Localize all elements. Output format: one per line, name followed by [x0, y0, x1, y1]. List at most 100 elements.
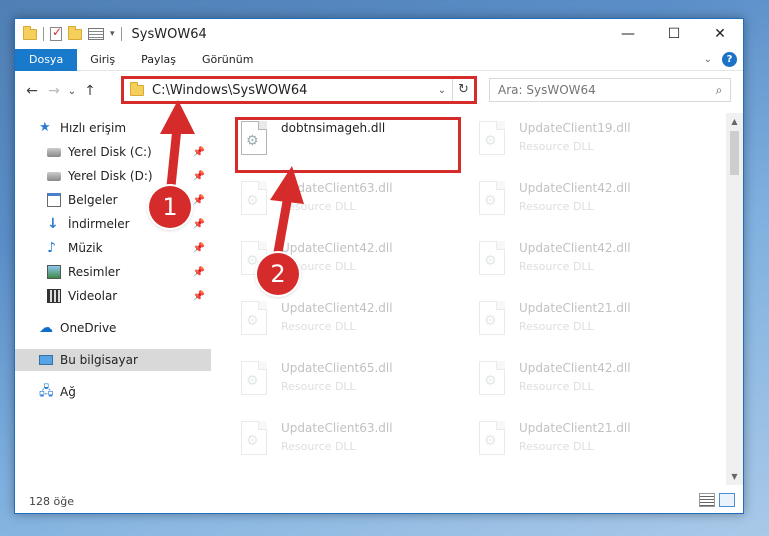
nav-item-onedrive[interactable]: ☁ OneDrive — [15, 317, 211, 339]
onedrive-icon: ☁ — [39, 320, 53, 336]
nav-item-local-disk-c[interactable]: Yerel Disk (C:) 📌 — [15, 141, 211, 163]
file-item[interactable]: ⚙ UpdateClient65.dll Resource DLL — [235, 357, 465, 409]
properties-icon[interactable] — [88, 28, 104, 40]
nav-item-label: Ağ — [60, 385, 76, 399]
scroll-down-icon[interactable]: ▼ — [726, 468, 743, 485]
file-name: UpdateClient21.dll — [519, 301, 631, 315]
file-item[interactable]: ⚙ UpdateClient42.dll Resource DLL — [473, 357, 703, 409]
file-type: Resource DLL — [519, 140, 594, 153]
nav-item-label: Resimler — [68, 265, 121, 279]
dll-file-icon: ⚙ — [479, 121, 509, 159]
file-name: UpdateClient42.dll — [281, 241, 393, 255]
nav-item-quick-access[interactable]: ★ Hızlı erişim — [15, 117, 211, 139]
file-name: UpdateClient19.dll — [519, 121, 631, 135]
disk-icon — [47, 171, 61, 181]
scroll-up-icon[interactable]: ▲ — [726, 113, 743, 130]
nav-item-this-pc[interactable]: Bu bilgisayar — [15, 349, 211, 371]
file-item[interactable]: ⚙ UpdateClient42.dll Resource DLL — [235, 297, 465, 349]
dll-file-icon: ⚙ — [241, 121, 271, 159]
file-name: UpdateClient63.dll — [281, 181, 393, 195]
folder-icon — [23, 25, 37, 40]
nav-item-local-disk-d[interactable]: Yerel Disk (D:) 📌 — [15, 165, 211, 187]
file-type: Resource DLL — [519, 440, 594, 453]
file-type: Resource DLL — [281, 200, 356, 213]
nav-item-pictures[interactable]: Resimler 📌 — [15, 261, 211, 283]
step-2-badge: 2 — [257, 253, 299, 295]
network-icon: 🖧 — [39, 384, 54, 399]
details-view-icon[interactable] — [699, 493, 715, 507]
file-item[interactable]: ⚙ UpdateClient42.dll Resource DLL — [473, 177, 703, 229]
file-item[interactable]: ⚙ UpdateClient42.dll Resource DLL — [473, 237, 703, 289]
refresh-button[interactable]: ↻ — [452, 79, 474, 101]
nav-item-label: Hızlı erişim — [60, 121, 127, 135]
toolbar-divider — [120, 27, 122, 41]
tab-view[interactable]: Görünüm — [189, 49, 266, 71]
title-bar: ▾ SysWOW64 — ☐ ✕ — [15, 19, 743, 49]
dll-file-icon: ⚙ — [479, 421, 509, 459]
up-button[interactable]: ↑ — [79, 83, 101, 99]
pin-icon[interactable]: 📌 — [193, 219, 205, 230]
window-controls: — ☐ ✕ — [605, 19, 743, 49]
back-button[interactable]: ← — [21, 83, 43, 99]
nav-item-label: OneDrive — [60, 321, 117, 335]
folder-icon — [130, 81, 144, 96]
window-title: SysWOW64 — [131, 26, 207, 42]
ribbon-tabs: Dosya Giriş Paylaş Görünüm ⌄ ? — [15, 48, 743, 71]
pin-icon[interactable]: 📌 — [193, 195, 205, 206]
help-icon[interactable]: ? — [722, 52, 737, 67]
documents-icon — [47, 193, 61, 207]
pin-icon[interactable]: 📌 — [193, 291, 205, 302]
music-icon: ♪ — [47, 240, 56, 256]
file-item[interactable]: ⚙ UpdateClient63.dll Resource DLL — [235, 417, 465, 469]
recent-locations-icon[interactable]: ⌄ — [65, 86, 79, 97]
scroll-thumb[interactable] — [730, 131, 739, 175]
dll-file-icon: ⚙ — [241, 421, 271, 459]
forward-button[interactable]: → — [43, 83, 65, 99]
star-icon: ★ — [39, 120, 51, 135]
large-icons-view-icon[interactable] — [719, 493, 735, 507]
disk-icon — [47, 147, 61, 157]
pin-icon[interactable]: 📌 — [193, 243, 205, 254]
address-path[interactable]: C:\Windows\SysWOW64 — [152, 83, 432, 98]
file-name: UpdateClient65.dll — [281, 361, 393, 375]
customize-qat-icon[interactable]: ▾ — [110, 29, 115, 39]
properties-check-icon[interactable] — [50, 25, 62, 41]
tab-share[interactable]: Paylaş — [128, 49, 189, 71]
address-bar[interactable]: C:\Windows\SysWOW64 ⌄ ↻ — [123, 78, 475, 102]
download-icon: ↓ — [47, 216, 59, 232]
toolbar-divider — [43, 27, 44, 41]
file-type: Resource DLL — [519, 320, 594, 333]
file-name: UpdateClient42.dll — [519, 181, 631, 195]
maximize-button[interactable]: ☐ — [651, 19, 697, 49]
step-1-badge: 1 — [149, 186, 191, 228]
search-icon[interactable]: ⌕ — [708, 83, 730, 98]
pin-icon[interactable]: 📌 — [193, 147, 205, 158]
file-type: Resource DLL — [519, 380, 594, 393]
dll-file-icon: ⚙ — [479, 241, 509, 279]
address-dropdown-icon[interactable]: ⌄ — [432, 85, 452, 96]
new-folder-icon[interactable] — [68, 25, 82, 40]
dll-file-icon: ⚙ — [479, 361, 509, 399]
minimize-button[interactable]: — — [605, 19, 651, 49]
tab-file[interactable]: Dosya — [15, 48, 78, 71]
address-row: ← → ⌄ ↑ C:\Windows\SysWOW64 ⌄ ↻ ⌕ — [15, 77, 743, 105]
expand-ribbon-icon[interactable]: ⌄ — [704, 54, 712, 65]
file-item[interactable]: ⚙ UpdateClient21.dll Resource DLL — [473, 417, 703, 469]
file-item-highlighted[interactable]: ⚙ dobtnsimageh.dll — [235, 117, 465, 169]
nav-item-network[interactable]: 🖧 Ağ — [15, 381, 211, 403]
vertical-scrollbar[interactable]: ▲ ▼ — [726, 113, 743, 485]
file-name: dobtnsimageh.dll — [281, 121, 386, 135]
file-item[interactable]: ⚙ UpdateClient21.dll Resource DLL — [473, 297, 703, 349]
close-button[interactable]: ✕ — [697, 19, 743, 49]
file-item[interactable]: ⚙ UpdateClient63.dll Resource DLL — [235, 177, 465, 229]
tab-home[interactable]: Giriş — [77, 49, 128, 71]
pin-icon[interactable]: 📌 — [193, 267, 205, 278]
file-type: Resource DLL — [281, 440, 356, 453]
nav-item-music[interactable]: ♪ Müzik 📌 — [15, 237, 211, 259]
nav-item-videos[interactable]: Videolar 📌 — [15, 285, 211, 307]
pin-icon[interactable]: 📌 — [193, 171, 205, 182]
quick-access-toolbar: ▾ — [15, 19, 122, 49]
search-input[interactable] — [490, 83, 708, 97]
file-item[interactable]: ⚙ UpdateClient19.dll Resource DLL — [473, 117, 703, 169]
search-box[interactable]: ⌕ — [489, 78, 731, 102]
